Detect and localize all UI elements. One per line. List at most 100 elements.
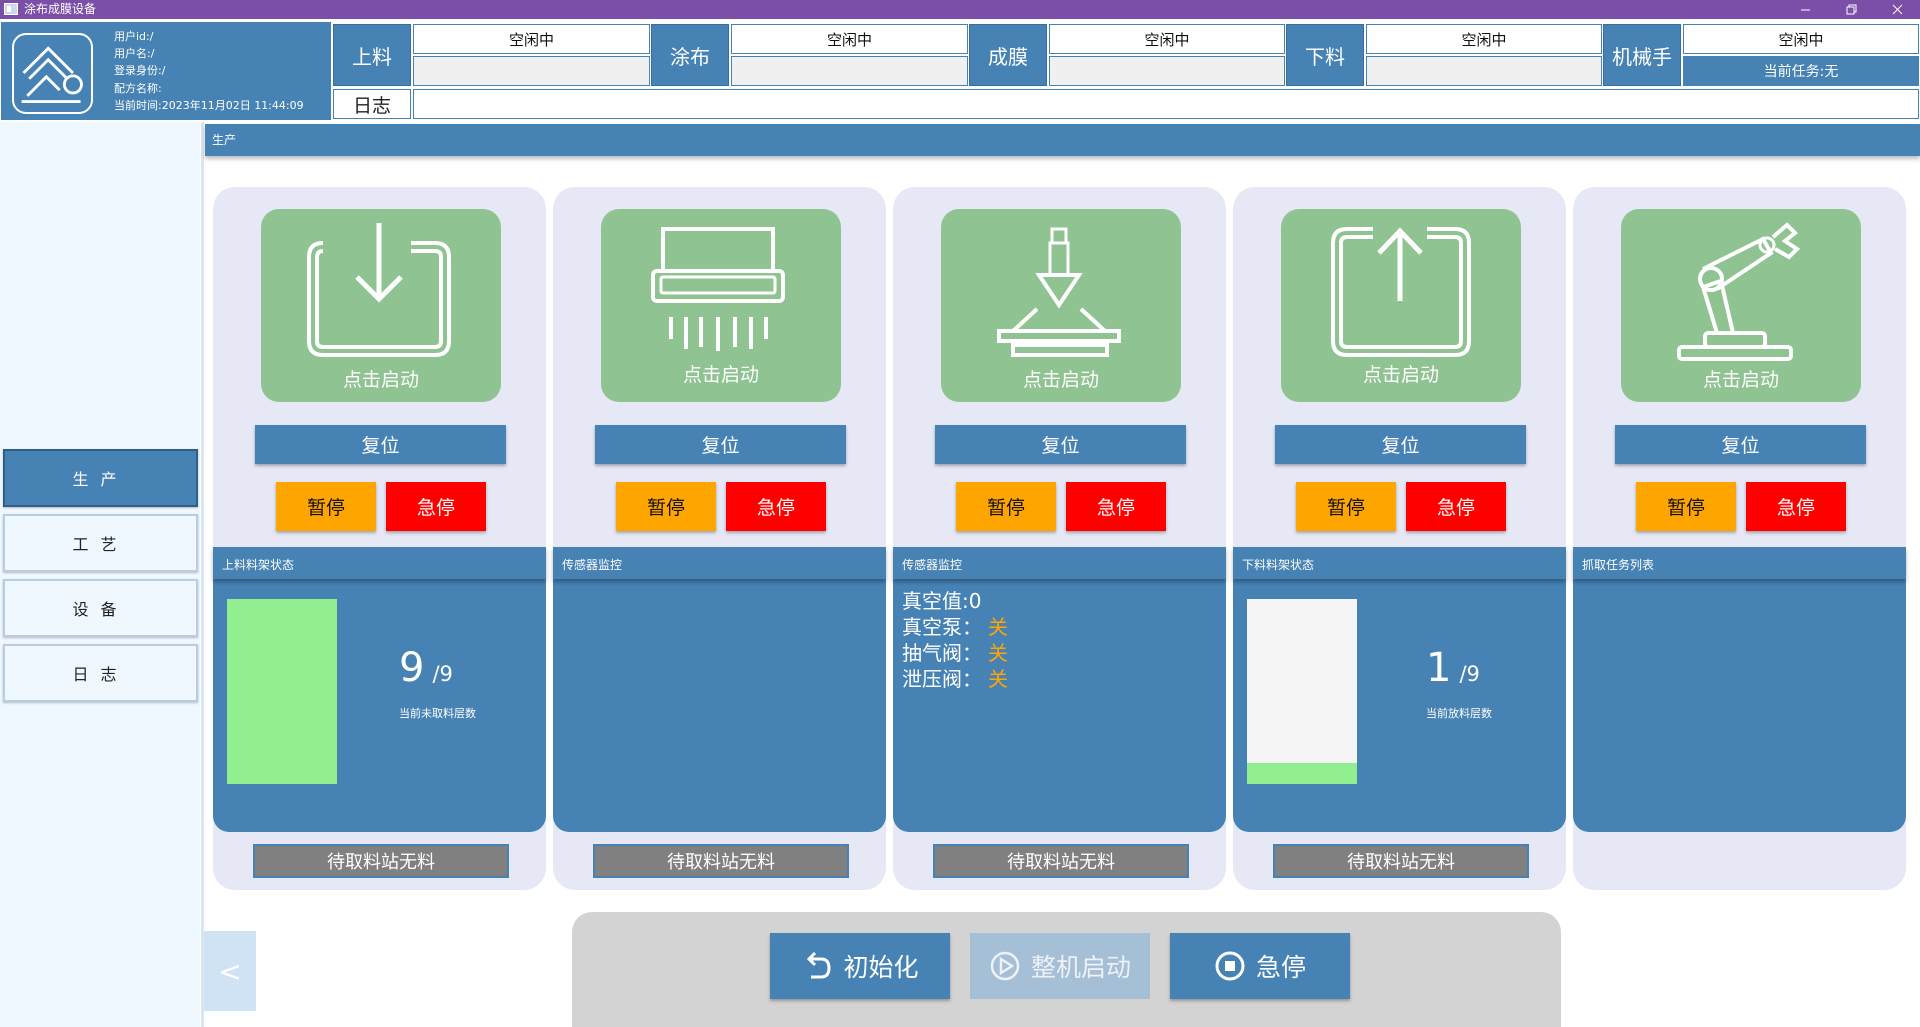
station-status-robot: 空闲中 [1683, 24, 1919, 54]
pause-film-button[interactable]: 暂停 [956, 482, 1056, 531]
start-load-label: 点击启动 [342, 369, 419, 391]
main-header: 生产 [205, 124, 1920, 156]
station-sub-unload [1366, 56, 1602, 86]
unload-rack-count-value: 1 [1426, 645, 1452, 691]
title-bar: 涂布成膜设备 [0, 0, 1920, 19]
unload-rack-panel: 下料料架状态 1/9 当前放料层数 [1233, 547, 1566, 832]
unload-rack-caption: 当前放料层数 [1426, 707, 1492, 720]
recipe-name: 配方名称: [114, 81, 162, 95]
no-material-coat-button[interactable]: 待取料站无料 [593, 844, 849, 878]
unload-rack-title: 下料料架状态 [1233, 547, 1566, 579]
user-role: 登录身份:/ [114, 64, 166, 78]
no-material-unload-button[interactable]: 待取料站无料 [1273, 844, 1529, 878]
log-field [413, 89, 1919, 119]
station-status-film: 空闲中 [1049, 24, 1285, 54]
user-name: 用户名:/ [114, 47, 155, 61]
coat-sensor-title: 传感器监控 [553, 547, 886, 579]
station-label-unload: 下料 [1286, 24, 1364, 86]
estop-load-button[interactable]: 急停 [386, 482, 486, 531]
reset-film-button[interactable]: 复位 [935, 425, 1186, 464]
station-card-robot: 点击启动 复位 暂停 急停 抓取任务列表 [1573, 187, 1906, 890]
minimize-icon[interactable] [1782, 0, 1828, 19]
robot-logo-icon [12, 33, 93, 114]
start-coat-label: 点击启动 [682, 364, 759, 386]
exhaust-valve: 抽气阀：关 [902, 640, 1008, 666]
station-label-coat: 涂布 [651, 24, 729, 86]
station-card-film: 点击启动 复位 暂停 急停 传感器监控 真空值:0 真空泵：关 抽气阀：关 泄压… [893, 187, 1226, 890]
station-label-film: 成膜 [969, 24, 1047, 86]
coat-sensor-panel: 传感器监控 [553, 547, 886, 832]
station-label-robot: 机械手 [1603, 24, 1681, 86]
load-rack-fill [227, 599, 337, 784]
reset-coat-button[interactable]: 复位 [595, 425, 846, 464]
play-icon [990, 951, 1020, 981]
emergency-stop-label: 急停 [1255, 953, 1306, 982]
nav-log[interactable]: 日志 [3, 644, 198, 702]
start-coat-tile[interactable]: 点击启动 [601, 209, 841, 402]
nav-production[interactable]: 生产 [3, 449, 198, 507]
pause-load-button[interactable]: 暂停 [276, 482, 376, 531]
user-panel: 用户id:/ 用户名:/ 登录身份:/ 配方名称: 当前时间:2023年11月0… [1, 22, 331, 120]
station-card-coat: 点击启动 复位 暂停 急停 传感器监控 待取料站无料 [553, 187, 886, 890]
reset-unload-button[interactable]: 复位 [1275, 425, 1526, 464]
sidebar: 生产 工艺 设备 日志 [0, 122, 200, 1027]
unload-rack-count: 1/9 [1426, 645, 1480, 691]
close-icon[interactable] [1874, 0, 1920, 19]
load-rack-panel: 上料料架状态 9/9 当前未取料层数 [213, 547, 546, 832]
station-sub-load [413, 56, 650, 86]
user-info: 用户id:/ 用户名:/ 登录身份:/ 配方名称: 当前时间:2023年11月0… [114, 28, 304, 114]
header: 用户id:/ 用户名:/ 登录身份:/ 配方名称: 当前时间:2023年11月0… [0, 19, 1920, 122]
stop-icon [1215, 951, 1245, 981]
station-status-coat: 空闲中 [731, 24, 968, 54]
vacuum-pump-state: 关 [988, 615, 1008, 639]
station-card-load: 点击启动 复位 暂停 急停 上料料架状态 9/9 当前未取料层数 待取料站无料 [213, 187, 546, 890]
no-material-film-button[interactable]: 待取料站无料 [933, 844, 1189, 878]
reset-robot-button[interactable]: 复位 [1615, 425, 1866, 464]
machine-start-button[interactable]: 整机启动 [970, 933, 1150, 999]
start-load-tile[interactable]: 点击启动 [261, 209, 501, 402]
initialize-button[interactable]: 初始化 [770, 933, 950, 999]
station-status-load: 空闲中 [413, 24, 650, 54]
app-icon [4, 3, 18, 15]
pause-coat-button[interactable]: 暂停 [616, 482, 716, 531]
start-film-tile[interactable]: 点击启动 [941, 209, 1181, 402]
vacuum-pump: 真空泵：关 [902, 614, 1008, 640]
film-sensor-title: 传感器监控 [893, 547, 1226, 579]
undo-icon [807, 951, 831, 979]
start-unload-tile[interactable]: 点击启动 [1281, 209, 1521, 402]
start-robot-label: 点击启动 [1702, 369, 1779, 391]
station-sub-coat [731, 56, 968, 86]
relief-valve: 泄压阀：关 [902, 666, 1008, 692]
estop-film-button[interactable]: 急停 [1066, 482, 1166, 531]
load-rack-gauge [227, 599, 337, 784]
vacuum-value: 真空值:0 [902, 588, 981, 614]
exhaust-valve-label: 抽气阀： [902, 641, 982, 665]
pause-robot-button[interactable]: 暂停 [1636, 482, 1736, 531]
collapse-sidebar-button[interactable]: < [204, 931, 256, 1011]
start-unload-label: 点击启动 [1362, 364, 1439, 386]
robot-current-task: 当前任务:无 [1683, 56, 1919, 86]
nav-process[interactable]: 工艺 [3, 514, 198, 572]
user-id: 用户id:/ [114, 30, 154, 43]
sidebar-divider [201, 122, 204, 1027]
start-robot-tile[interactable]: 点击启动 [1621, 209, 1861, 402]
unload-rack-fill [1247, 763, 1357, 784]
load-rack-title: 上料料架状态 [213, 547, 546, 579]
nav-equipment[interactable]: 设备 [3, 579, 198, 637]
estop-unload-button[interactable]: 急停 [1406, 482, 1506, 531]
reset-load-button[interactable]: 复位 [255, 425, 506, 464]
station-card-unload: 点击启动 复位 暂停 急停 下料料架状态 1/9 当前放料层数 待取料站无料 [1233, 187, 1566, 890]
estop-coat-button[interactable]: 急停 [726, 482, 826, 531]
pause-unload-button[interactable]: 暂停 [1296, 482, 1396, 531]
vacuum-pump-label: 真空泵： [902, 615, 982, 639]
restore-icon[interactable] [1828, 0, 1874, 19]
start-film-label: 点击启动 [1022, 369, 1099, 391]
relief-valve-label: 泄压阀： [902, 667, 982, 691]
window-title: 涂布成膜设备 [24, 2, 97, 16]
estop-robot-button[interactable]: 急停 [1746, 482, 1846, 531]
unload-rack-gauge [1247, 599, 1357, 784]
initialize-label: 初始化 [843, 953, 919, 982]
emergency-stop-button[interactable]: 急停 [1170, 933, 1350, 999]
no-material-load-button[interactable]: 待取料站无料 [253, 844, 509, 878]
machine-start-label: 整机启动 [1030, 953, 1131, 982]
